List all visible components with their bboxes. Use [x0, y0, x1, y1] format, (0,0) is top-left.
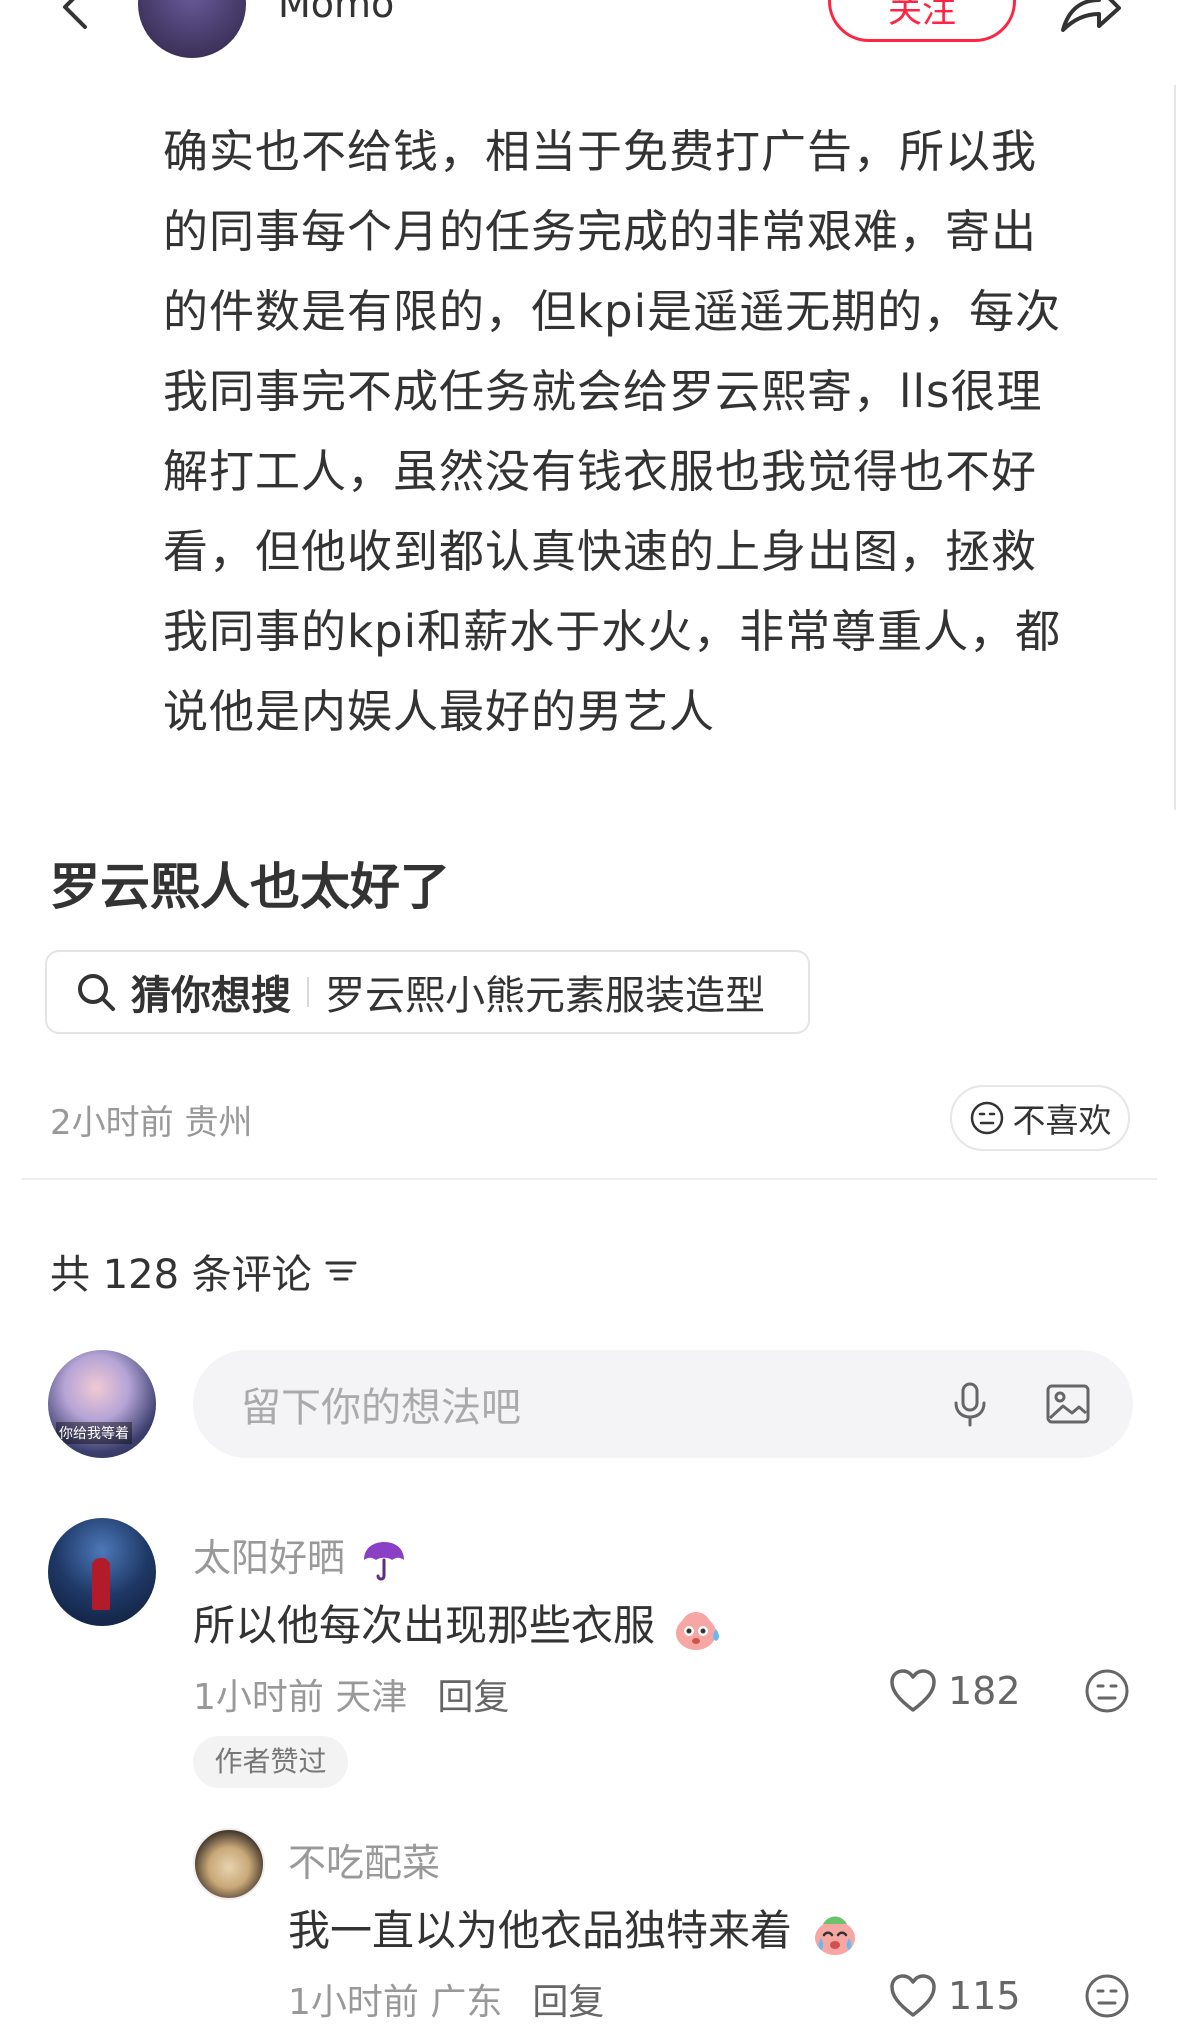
image-edge-divider: [1174, 85, 1176, 810]
commenter-name-text: 太阳好晒: [193, 1536, 346, 1580]
reply-button[interactable]: 回复: [532, 1982, 604, 2023]
cut-off-text-line: …: [160, 70, 1140, 92]
reply-button[interactable]: 回复: [437, 1677, 509, 1718]
note-body-text: 确实也不给钱，相当于免费打广告，所以我 的同事每个月的任务完成的非常艰难，寄出 …: [163, 112, 1143, 752]
author-avatar[interactable]: [138, 0, 246, 58]
commenter-name[interactable]: 不吃配菜: [288, 1832, 440, 1887]
comment-meta: 1小时前 天津 回复: [193, 1668, 509, 1720]
note-line: 的件数是有限的，但kpi是遥遥无期的，每次: [163, 285, 1062, 338]
comment-input[interactable]: 留下你的想法吧: [193, 1350, 1133, 1458]
comment-time-location: 1小时前 天津: [193, 1677, 408, 1718]
commenter-avatar[interactable]: [193, 1828, 265, 1900]
sweat-emoji-icon: [676, 1611, 720, 1650]
comment-text-content: 我一直以为他衣品独特来着: [288, 1906, 793, 1955]
author-name[interactable]: Momo: [278, 0, 394, 26]
like-button[interactable]: 115: [888, 1973, 1021, 2019]
author-liked-badge: 作者赞过: [193, 1736, 348, 1788]
dislike-label: 不喜欢: [1012, 1101, 1112, 1140]
note-line: 我同事完不成任务就会给罗云熙寄，lls很理: [163, 365, 1043, 418]
top-nav-bar: Momo 关注: [0, 0, 1179, 80]
comment-text-content: 所以他每次出现那些衣服: [193, 1601, 656, 1650]
note-line: 确实也不给钱，相当于免费打广告，所以我: [163, 125, 1038, 178]
post-time-location: 2小时前 贵州: [50, 1103, 253, 1143]
search-guess-label: 猜你想搜: [131, 973, 291, 1019]
comment-meta: 1小时前 广东 回复: [288, 1973, 604, 2025]
comment-text: 所以他每次出现那些衣服: [193, 1592, 724, 1655]
emoji-face-icon[interactable]: [1084, 1973, 1130, 2019]
note-line: 的同事每个月的任务完成的非常艰难，寄出: [163, 205, 1038, 258]
like-button[interactable]: 182: [888, 1668, 1021, 1714]
microphone-icon[interactable]: [945, 1379, 995, 1429]
avatar-tag-text: 你给我等着: [56, 1422, 132, 1444]
avatar-figure: [92, 1558, 110, 1610]
comment-time-location: 1小时前 广东: [288, 1982, 503, 2023]
search-separator: [307, 977, 309, 1007]
heart-icon: [890, 1669, 936, 1712]
dislike-face-icon: [970, 1101, 1003, 1135]
note-title: 罗云熙人也太好了: [50, 858, 450, 916]
comment-count: 共 128 条评论: [50, 1242, 358, 1300]
heart-icon: [890, 1974, 936, 2017]
note-line: 解打工人，虽然没有钱衣服也我觉得也不好: [163, 445, 1038, 498]
comment-count-label: 共 128 条评论: [50, 1252, 312, 1298]
comment-text: 我一直以为他衣品独特来着: [288, 1897, 861, 1960]
back-icon[interactable]: [55, 0, 105, 32]
comment-input-placeholder: 留下你的想法吧: [241, 1385, 521, 1431]
section-divider: [22, 1178, 1157, 1180]
search-query: 罗云熙小熊元素服装造型: [325, 973, 765, 1019]
image-icon[interactable]: [1043, 1379, 1093, 1429]
crying-emoji-icon: [815, 1916, 856, 1955]
follow-button[interactable]: 关注: [828, 0, 1016, 42]
like-count: 115: [948, 1974, 1021, 2018]
umbrella-icon: [364, 1541, 405, 1580]
search-icon: [78, 974, 115, 1011]
like-count: 182: [948, 1669, 1021, 1713]
share-icon[interactable]: [1055, 0, 1125, 38]
note-line: 我同事的kpi和薪水于水火，非常尊重人，都: [163, 605, 1062, 658]
commenter-avatar[interactable]: [48, 1518, 156, 1626]
emoji-face-icon[interactable]: [1084, 1668, 1130, 1714]
sort-icon[interactable]: [324, 1254, 358, 1288]
note-line: 看，但他收到都认真快速的上身出图，拯救: [163, 525, 1038, 578]
search-suggestion-tag[interactable]: 猜你想搜 罗云熙小熊元素服装造型: [45, 950, 810, 1034]
commenter-name[interactable]: 太阳好晒: [193, 1527, 407, 1584]
my-avatar: 你给我等着: [48, 1350, 156, 1458]
dislike-button[interactable]: 不喜欢: [950, 1085, 1130, 1151]
note-line: 说他是内娱人最好的男艺人: [163, 685, 716, 738]
